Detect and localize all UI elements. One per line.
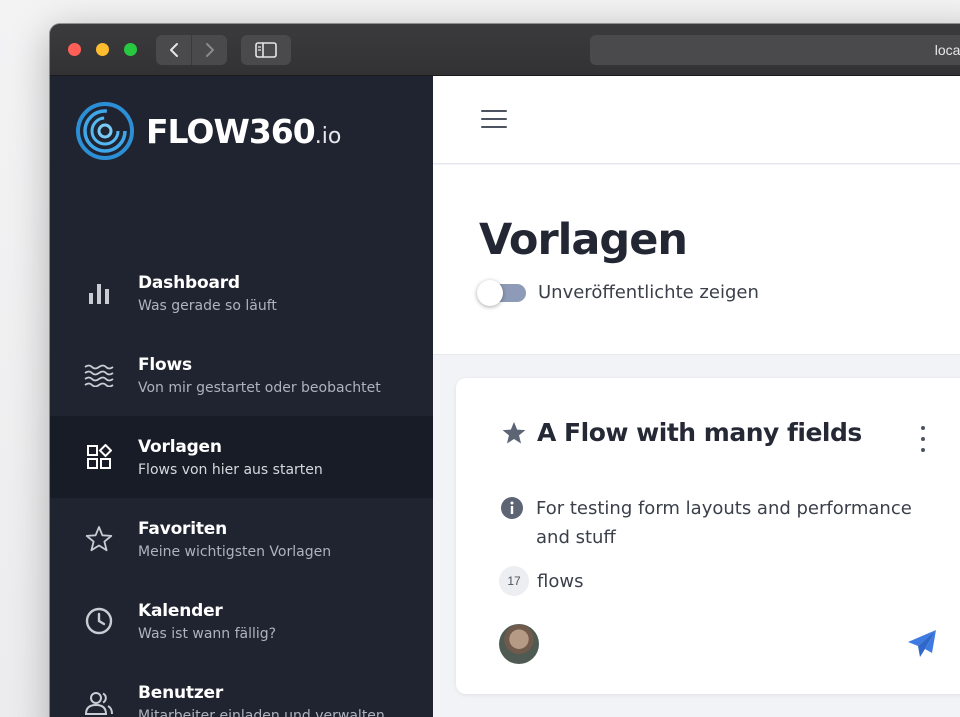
card-description-text: For testing form layouts and performance…	[536, 498, 912, 548]
bar-chart-icon	[84, 278, 114, 308]
shapes-icon	[84, 442, 114, 472]
sidebar: FLOW360.io Dashboard Was gerade so läuft…	[50, 76, 433, 717]
browser-window: localhost FLOW360.io Dashboard Was gerad…	[50, 24, 960, 717]
sidebar-icon	[255, 42, 277, 58]
sidebar-item-title: Benutzer	[138, 682, 224, 703]
clock-icon	[84, 606, 114, 636]
star-filled-icon[interactable]	[501, 420, 527, 446]
waves-icon	[84, 360, 114, 390]
top-bar	[433, 76, 960, 164]
sidebar-item-subtitle: Mitarbeiter einladen und verwalten	[138, 707, 385, 717]
sidebar-item-benutzer[interactable]: Benutzer Mitarbeiter einladen und verwal…	[50, 662, 433, 717]
sidebar-item-title: Dashboard	[138, 272, 240, 293]
brand-name: FLOW360.io	[146, 111, 342, 151]
star-outline-icon	[84, 524, 114, 554]
main-content: Vorlagen Unveröffentlichte zeigen A Flow…	[433, 76, 960, 717]
flow-count-badge: 17	[499, 566, 529, 596]
back-button[interactable]	[156, 35, 191, 65]
card-flow-count: 17 flows	[499, 566, 583, 596]
card-header: A Flow with many fields	[501, 418, 862, 447]
sidebar-item-vorlagen[interactable]: Vorlagen Flows von hier aus starten	[50, 416, 433, 498]
minimize-window-button[interactable]	[96, 43, 109, 56]
card-title[interactable]: A Flow with many fields	[537, 418, 862, 447]
avatar[interactable]	[499, 624, 539, 664]
send-icon[interactable]	[906, 628, 938, 660]
close-window-button[interactable]	[68, 43, 81, 56]
chevron-left-icon	[169, 43, 178, 57]
info-icon	[501, 497, 523, 519]
sidebar-item-subtitle: Von mir gestartet oder beobachtet	[138, 379, 381, 396]
users-icon	[84, 688, 114, 717]
sidebar-item-title: Vorlagen	[138, 436, 222, 457]
more-options-icon[interactable]	[918, 426, 928, 452]
sidebar-item-dashboard[interactable]: Dashboard Was gerade so läuft	[50, 252, 433, 334]
brand-logo[interactable]: FLOW360.io	[76, 102, 341, 160]
sidebar-item-subtitle: Meine wichtigsten Vorlagen	[138, 543, 332, 560]
sidebar-item-title: Flows	[138, 354, 192, 375]
sidebar-item-flows[interactable]: Flows Von mir gestartet oder beobachtet	[50, 334, 433, 416]
page-header: Vorlagen Unveröffentlichte zeigen	[433, 165, 960, 355]
maximize-window-button[interactable]	[124, 43, 137, 56]
menu-icon[interactable]	[481, 110, 507, 130]
chevron-right-icon	[205, 43, 214, 57]
page-title: Vorlagen	[479, 215, 688, 265]
show-unpublished-toggle[interactable]: Unveröffentlichte zeigen	[477, 279, 759, 306]
sidebar-item-favoriten[interactable]: Favoriten Meine wichtigsten Vorlagen	[50, 498, 433, 580]
browser-titlebar: localhost	[50, 24, 960, 76]
card-description: For testing form layouts and performance…	[501, 494, 941, 552]
sidebar-item-kalender[interactable]: Kalender Was ist wann fällig?	[50, 580, 433, 662]
toggle-switch[interactable]	[477, 279, 526, 306]
template-card[interactable]: A Flow with many fields For testing form…	[456, 378, 960, 694]
toggle-label: Unveröffentlichte zeigen	[538, 282, 759, 303]
sidebar-nav: Dashboard Was gerade so läuft Flows Von …	[50, 252, 433, 717]
history-nav	[156, 35, 227, 65]
sidebar-item-title: Favoriten	[138, 518, 228, 539]
sidebar-item-title: Kalender	[138, 600, 223, 621]
sidebar-item-subtitle: Flows von hier aus starten	[138, 461, 323, 478]
sidebar-item-subtitle: Was gerade so läuft	[138, 297, 277, 314]
sidebar-item-subtitle: Was ist wann fällig?	[138, 625, 277, 642]
concentric-rings-logo-icon	[76, 102, 134, 160]
sidebar-toggle-button[interactable]	[241, 35, 291, 65]
forward-button[interactable]	[191, 35, 227, 65]
address-bar[interactable]: localhost	[590, 35, 960, 65]
flow-count-label: flows	[537, 570, 584, 592]
